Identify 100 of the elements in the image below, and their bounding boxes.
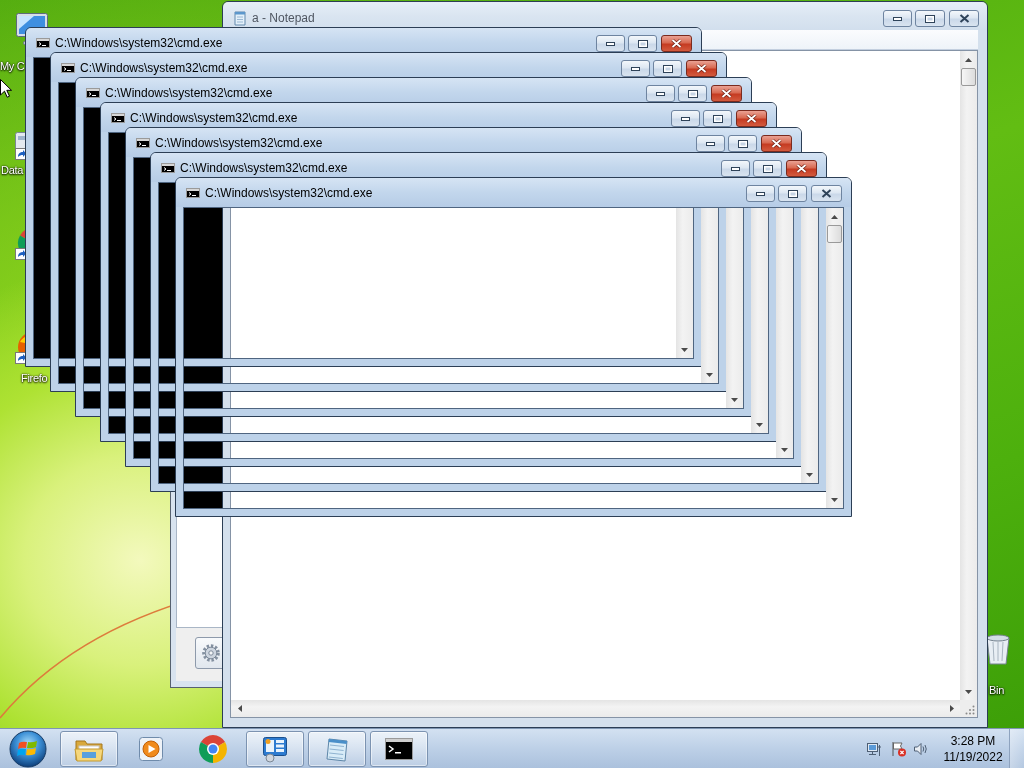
minimize-icon [656, 91, 665, 96]
maximize-icon [925, 14, 935, 23]
close-icon [671, 39, 682, 48]
minimize-button[interactable] [883, 10, 912, 27]
minimize-button[interactable] [696, 135, 725, 152]
terminal-icon [61, 63, 75, 73]
down-arrow-icon[interactable] [706, 372, 713, 377]
down-arrow-icon[interactable] [756, 422, 763, 427]
vertical-scrollbar[interactable] [801, 208, 818, 483]
close-icon [958, 14, 970, 23]
close-icon [746, 114, 757, 123]
maximize-icon [712, 114, 723, 123]
close-button[interactable] [711, 85, 742, 102]
maximize-button[interactable] [728, 135, 757, 152]
maximize-icon [762, 164, 773, 173]
down-arrow-icon[interactable] [965, 689, 972, 694]
horizontal-scrollbar[interactable] [231, 700, 960, 717]
window-title: C:\Windows\system32\cmd.exe [105, 85, 273, 101]
scrollbar-thumb[interactable] [961, 68, 976, 86]
vertical-scrollbar[interactable] [676, 208, 693, 358]
down-arrow-icon[interactable] [781, 447, 788, 452]
minimize-button[interactable] [596, 35, 625, 52]
down-arrow-icon[interactable] [731, 397, 738, 402]
close-button[interactable] [761, 135, 792, 152]
close-icon [821, 189, 832, 198]
window-title: C:\Windows\system32\cmd.exe [155, 135, 323, 151]
terminal-icon [111, 113, 125, 123]
start-orb-icon [9, 729, 47, 768]
terminal-icon [86, 88, 100, 98]
maximize-button[interactable] [628, 35, 657, 52]
maximize-icon [687, 89, 698, 98]
clock-date[interactable]: 11/19/2022 [943, 748, 1003, 765]
up-arrow-icon[interactable] [965, 57, 972, 62]
browser-icon [198, 733, 228, 764]
minimize-button[interactable] [621, 60, 650, 77]
scrollbar-thumb[interactable] [827, 225, 842, 243]
window-title: C:\Windows\system32\cmd.exe [130, 110, 298, 126]
close-button[interactable] [661, 35, 692, 52]
left-arrow-icon[interactable] [237, 705, 242, 712]
down-arrow-icon[interactable] [681, 347, 688, 352]
desktop-icon-label[interactable]: My C [0, 59, 25, 73]
minimize-button[interactable] [721, 160, 750, 177]
terminal-icon [136, 138, 150, 148]
window-title: C:\Windows\system32\cmd.exe [205, 185, 373, 201]
maximize-button[interactable] [678, 85, 707, 102]
maximize-button[interactable] [915, 10, 945, 27]
vertical-scrollbar[interactable] [701, 208, 718, 383]
vertical-scrollbar[interactable] [776, 208, 793, 458]
down-arrow-icon[interactable] [831, 497, 838, 502]
desktop-icon-label[interactable]: Bin [989, 683, 1004, 697]
minimize-icon [606, 41, 615, 46]
terminal-icon [36, 38, 50, 48]
close-button[interactable] [811, 185, 842, 202]
window-title: C:\Windows\system32\cmd.exe [180, 160, 348, 176]
minimize-icon [893, 16, 902, 21]
close-icon [771, 139, 782, 148]
window-title: C:\Windows\system32\cmd.exe [80, 60, 248, 76]
taskbar-button[interactable] [370, 730, 428, 767]
terminal-icon [385, 737, 413, 760]
minimize-icon [631, 66, 640, 71]
minimize-button[interactable] [671, 110, 700, 127]
vertical-scrollbar[interactable] [751, 208, 768, 433]
mouse-pointer-icon [0, 79, 12, 98]
close-button[interactable] [949, 10, 979, 27]
minimize-icon [756, 191, 765, 196]
close-icon [696, 64, 707, 73]
maximize-icon [787, 189, 798, 198]
desktop-icon-label[interactable]: Data [1, 163, 24, 177]
window-title: a - Notepad [252, 10, 315, 26]
network-icon[interactable] [866, 740, 882, 757]
maximize-button[interactable] [703, 110, 732, 127]
volume-icon[interactable] [913, 740, 929, 757]
terminal-icon [186, 188, 200, 198]
terminal-icon [161, 163, 175, 173]
right-arrow-icon[interactable] [949, 705, 954, 712]
maximize-button[interactable] [778, 185, 807, 202]
gear-icon [201, 643, 221, 663]
clock-time[interactable]: 3:28 PM [950, 732, 996, 749]
maximize-button[interactable] [653, 60, 682, 77]
minimize-icon [706, 141, 715, 146]
up-arrow-icon[interactable] [831, 214, 838, 219]
close-button[interactable] [786, 160, 817, 177]
resize-grip-icon[interactable] [965, 705, 975, 715]
minimize-button[interactable] [646, 85, 675, 102]
close-button[interactable] [686, 60, 717, 77]
maximize-button[interactable] [753, 160, 782, 177]
close-icon [796, 164, 807, 173]
minimize-button[interactable] [746, 185, 775, 202]
maximize-icon [637, 39, 648, 48]
notepad-icon [232, 10, 248, 26]
vertical-scrollbar[interactable] [826, 208, 843, 508]
vertical-scrollbar[interactable] [726, 208, 743, 408]
close-button[interactable] [736, 110, 767, 127]
maximize-icon [662, 64, 673, 73]
flag-icon[interactable] [891, 740, 907, 757]
taskbar-button[interactable] [246, 730, 304, 767]
monitor-panel-icon [260, 734, 290, 763]
down-arrow-icon[interactable] [806, 472, 813, 477]
vertical-scrollbar[interactable] [960, 51, 977, 700]
window-title: C:\Windows\system32\cmd.exe [55, 35, 223, 51]
